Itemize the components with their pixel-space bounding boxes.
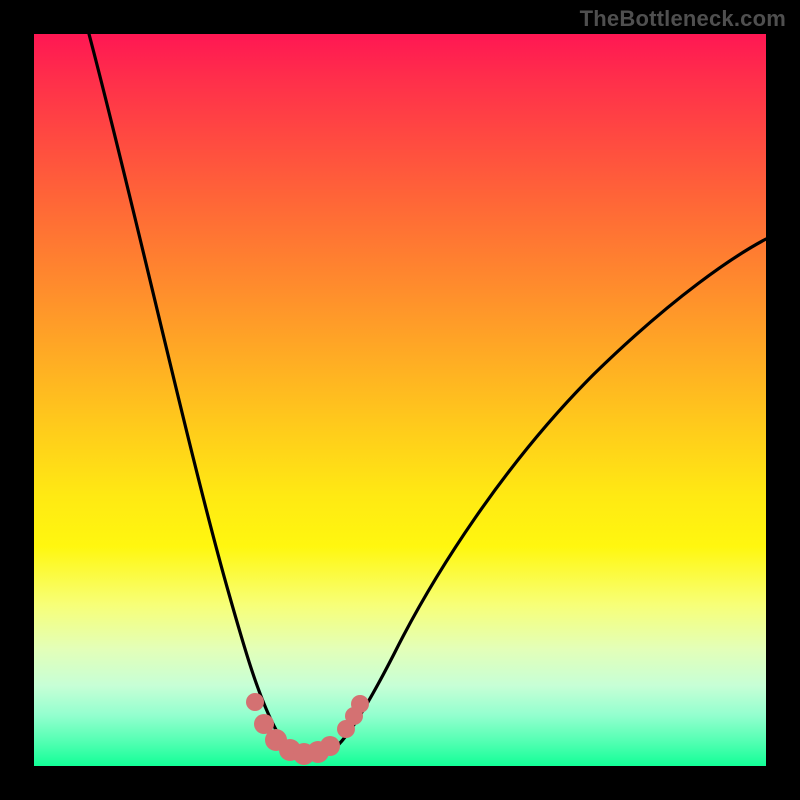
marker-dot [351,695,369,713]
chart-frame: TheBottleneck.com [0,0,800,800]
bottleneck-curve-path [89,34,766,758]
marker-dot [246,693,264,711]
marker-dot [320,736,340,756]
plot-area [34,34,766,766]
bottleneck-curve-svg [34,34,766,766]
watermark-text: TheBottleneck.com [580,6,786,32]
